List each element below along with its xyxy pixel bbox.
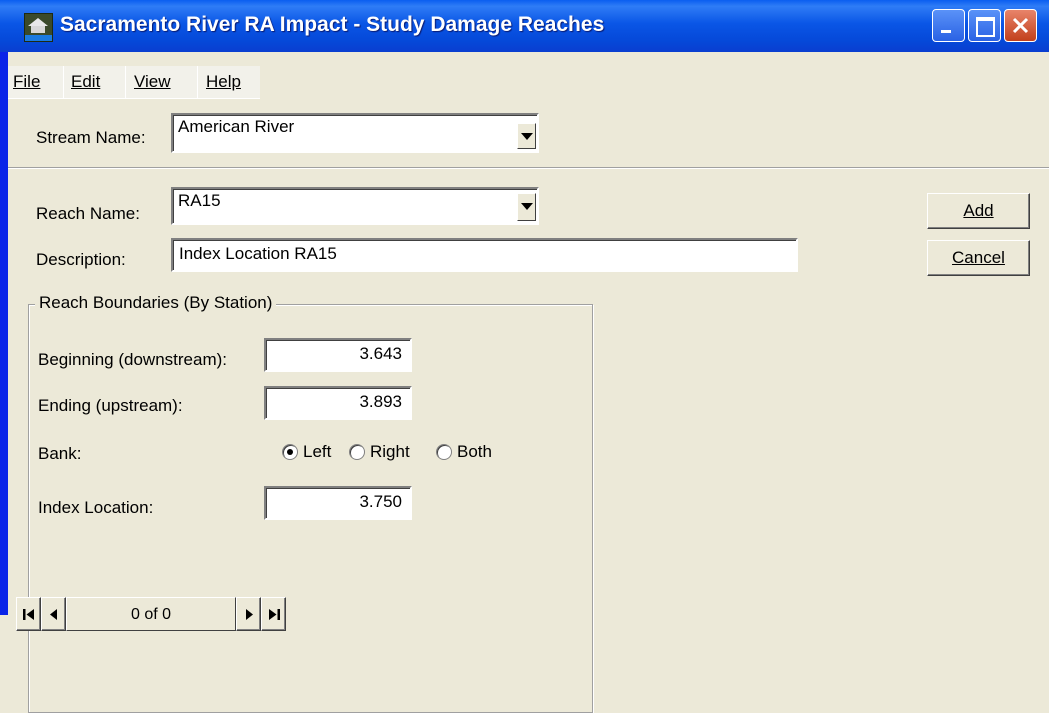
- menu-file[interactable]: File: [13, 72, 40, 92]
- first-record-icon[interactable]: [16, 597, 41, 631]
- previous-record-icon[interactable]: [41, 597, 66, 631]
- description-label: Description:: [36, 250, 126, 269]
- bank-label: Bank:: [38, 444, 82, 463]
- reach-dropdown-icon[interactable]: [517, 193, 536, 221]
- menu-edit[interactable]: Edit: [71, 72, 100, 92]
- description-field[interactable]: Index Location RA15: [171, 238, 798, 272]
- index-location-value: 3.750: [359, 492, 402, 511]
- index-location-label: Index Location:: [38, 498, 154, 517]
- index-location-field[interactable]: 3.750: [264, 486, 412, 520]
- stream-dropdown-icon[interactable]: [517, 123, 536, 149]
- bank-right-label[interactable]: Right: [370, 442, 410, 462]
- close-icon[interactable]: [1004, 9, 1037, 42]
- last-record-icon[interactable]: [261, 597, 286, 631]
- record-count: 0 of 0: [66, 597, 236, 631]
- bank-left-radio[interactable]: [282, 444, 298, 460]
- beginning-value: 3.643: [359, 344, 402, 363]
- ending-value: 3.893: [359, 392, 402, 411]
- maximize-icon[interactable]: [968, 9, 1001, 42]
- stream-name-combo[interactable]: American River: [171, 113, 539, 153]
- bank-both-radio[interactable]: [436, 444, 452, 460]
- add-button[interactable]: Add: [927, 193, 1030, 229]
- menu-help[interactable]: Help: [206, 72, 241, 92]
- reach-name-combo[interactable]: RA15: [171, 187, 539, 225]
- ending-label: Ending (upstream):: [38, 396, 183, 415]
- beginning-label: Beginning (downstream):: [38, 350, 227, 369]
- hec-app-icon[interactable]: [24, 13, 53, 42]
- menu-view[interactable]: View: [134, 72, 171, 92]
- minimize-icon[interactable]: [932, 9, 965, 42]
- stream-name-label: Stream Name:: [36, 128, 146, 147]
- client-area: File Edit View Help Stream Name: America…: [8, 52, 1049, 713]
- bank-both-label[interactable]: Both: [457, 442, 492, 462]
- bank-left-label[interactable]: Left: [303, 442, 331, 462]
- stream-name-value: American River: [178, 117, 295, 136]
- title-bar[interactable]: Sacramento River RA Impact - Study Damag…: [0, 0, 1049, 52]
- reach-name-value: RA15: [178, 191, 221, 210]
- bank-right-radio[interactable]: [349, 444, 365, 460]
- divider: [8, 167, 1049, 169]
- description-value: Index Location RA15: [179, 244, 337, 263]
- beginning-field[interactable]: 3.643: [264, 338, 412, 372]
- next-record-icon[interactable]: [236, 597, 261, 631]
- app-window: Sacramento River RA Impact - Study Damag…: [0, 0, 1049, 713]
- reach-boundaries-legend: Reach Boundaries (By Station): [35, 293, 277, 313]
- cancel-button[interactable]: Cancel: [927, 240, 1030, 276]
- window-title: Sacramento River RA Impact - Study Damag…: [60, 13, 605, 36]
- reach-name-label: Reach Name:: [36, 204, 140, 223]
- ending-field[interactable]: 3.893: [264, 386, 412, 420]
